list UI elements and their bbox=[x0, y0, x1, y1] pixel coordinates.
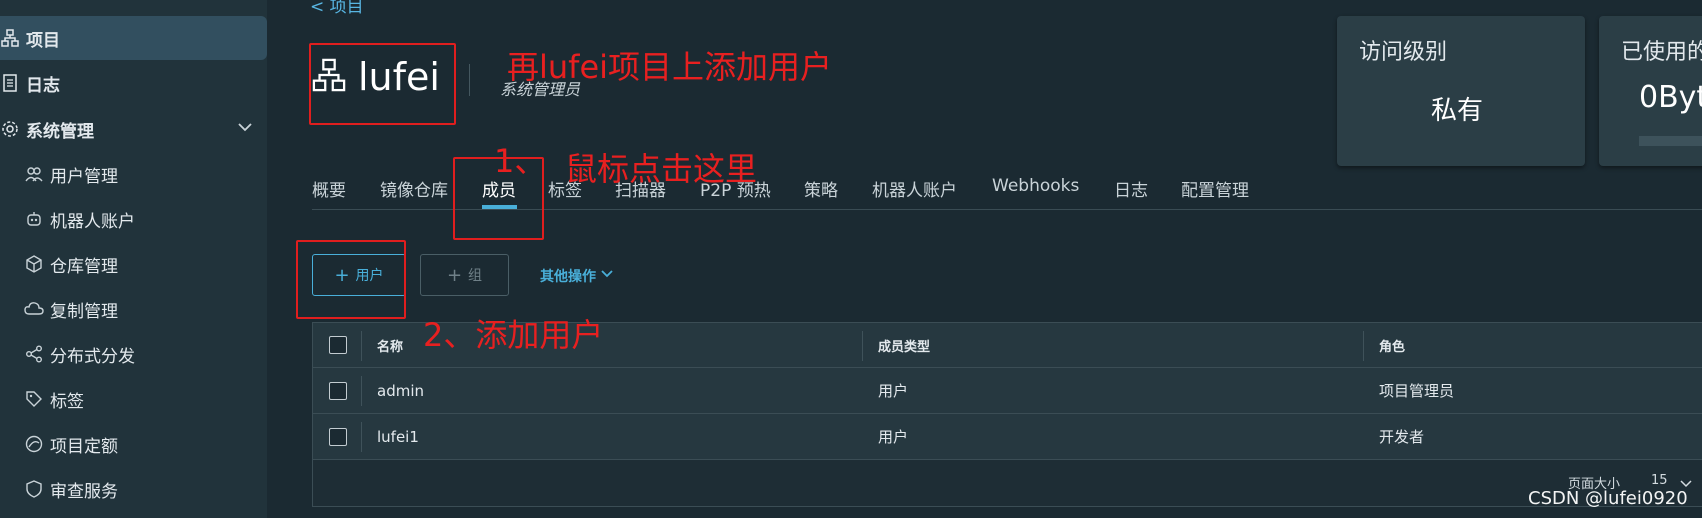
gauge-icon bbox=[24, 434, 44, 454]
tab-configuration[interactable]: 配置管理 bbox=[1181, 176, 1249, 201]
annotation-step1-text: 鼠标点击这里 bbox=[565, 150, 758, 188]
log-icon bbox=[0, 73, 20, 93]
table-row[interactable]: admin 用户 项目管理员 bbox=[313, 368, 1702, 414]
member-name: admin bbox=[377, 381, 424, 400]
sidebar-item-interrogation[interactable]: 审查服务 bbox=[0, 467, 267, 511]
tab-webhooks[interactable]: Webhooks bbox=[992, 176, 1079, 196]
back-to-projects-link[interactable]: < 项目 bbox=[310, 0, 364, 17]
plus-icon: + bbox=[446, 264, 463, 286]
chevron-down-icon bbox=[600, 267, 614, 285]
access-level-card: 访问级别 私有 bbox=[1337, 16, 1585, 166]
annotation-box-project-title bbox=[309, 43, 456, 125]
chevron-down-icon[interactable] bbox=[237, 119, 253, 140]
robot-icon bbox=[24, 209, 44, 229]
column-header-name[interactable]: 名称 bbox=[377, 323, 403, 367]
annotation-box-add-user bbox=[296, 240, 406, 319]
usage-bar bbox=[1639, 136, 1702, 146]
sidebar-item-labels[interactable]: 标签 bbox=[0, 377, 267, 421]
admin-icon bbox=[0, 119, 20, 139]
sidebar-item-logs[interactable]: 日志 bbox=[0, 61, 267, 105]
cube-icon bbox=[24, 254, 44, 274]
tab-policy[interactable]: 策略 bbox=[804, 176, 838, 201]
row-checkbox[interactable] bbox=[329, 382, 347, 400]
column-header-member-type[interactable]: 成员类型 bbox=[878, 323, 930, 367]
sidebar-item-label: 系统管理 bbox=[26, 121, 94, 142]
table-row[interactable]: lufei1 用户 开发者 bbox=[313, 414, 1702, 460]
more-actions-label: 其他操作 bbox=[540, 269, 596, 285]
title-divider bbox=[469, 64, 470, 96]
sidebar-item-label: 机器人账户 bbox=[50, 211, 135, 232]
column-separator bbox=[361, 422, 362, 452]
column-separator bbox=[361, 376, 362, 406]
tag-icon bbox=[24, 389, 44, 409]
column-separator bbox=[1363, 331, 1364, 361]
annotation-box-members-tab bbox=[453, 157, 544, 240]
sidebar-item-label: 审查服务 bbox=[50, 481, 118, 502]
tab-logs[interactable]: 日志 bbox=[1114, 176, 1148, 201]
row-checkbox[interactable] bbox=[329, 428, 347, 446]
card-title: 已使用的 bbox=[1621, 40, 1702, 65]
member-name: lufei1 bbox=[377, 427, 419, 446]
sidebar-item-label: 日志 bbox=[26, 75, 60, 96]
card-value: 0Byt bbox=[1639, 80, 1702, 115]
project-icon bbox=[0, 28, 20, 48]
annotation-step2-text: 2、添加用户 bbox=[423, 316, 604, 354]
sidebar-item-admin[interactable]: 系统管理 bbox=[0, 107, 267, 151]
sidebar-item-label: 标签 bbox=[50, 391, 84, 412]
users-icon bbox=[24, 164, 44, 184]
sidebar-item-replications[interactable]: 复制管理 bbox=[0, 287, 267, 331]
sidebar-item-label: 分布式分发 bbox=[50, 346, 135, 367]
sidebar-item-label: 项目定额 bbox=[50, 436, 118, 457]
member-type: 用户 bbox=[878, 428, 909, 446]
cloud-icon bbox=[24, 299, 44, 319]
sidebar-item-label: 仓库管理 bbox=[50, 256, 118, 277]
usage-card: 已使用的 0Byt bbox=[1599, 16, 1702, 166]
member-type: 用户 bbox=[878, 382, 909, 400]
select-all-checkbox[interactable] bbox=[329, 336, 347, 354]
add-group-button[interactable]: + 组 bbox=[420, 254, 509, 296]
annotation-title-note: 再lufei项目上添加用户 bbox=[507, 48, 833, 86]
shield-icon bbox=[24, 479, 44, 499]
page-size-select[interactable]: 15 bbox=[1651, 473, 1668, 488]
watermark: CSDN @lufei0920 bbox=[1528, 488, 1688, 509]
sidebar-item-label: 用户管理 bbox=[50, 166, 118, 187]
column-separator bbox=[361, 331, 362, 361]
card-value: 私有 bbox=[1431, 96, 1484, 126]
tab-summary[interactable]: 概要 bbox=[312, 176, 346, 201]
share-icon bbox=[24, 344, 44, 364]
column-header-role[interactable]: 角色 bbox=[1379, 323, 1405, 367]
tab-repositories[interactable]: 镜像仓库 bbox=[380, 176, 448, 201]
add-group-label: 组 bbox=[468, 268, 483, 284]
sidebar-item-project-quotas[interactable]: 项目定额 bbox=[0, 422, 267, 466]
sidebar-item-distribution[interactable]: 分布式分发 bbox=[0, 332, 267, 376]
sidebar-item-label: 项目 bbox=[26, 30, 60, 51]
more-actions-dropdown[interactable]: 其他操作 bbox=[540, 266, 614, 286]
sidebar-item-user-management[interactable]: 用户管理 bbox=[0, 152, 267, 196]
member-role: 开发者 bbox=[1379, 428, 1425, 446]
column-separator bbox=[862, 331, 863, 361]
tab-robot-accounts[interactable]: 机器人账户 bbox=[872, 176, 957, 201]
sidebar-item-registries[interactable]: 仓库管理 bbox=[0, 242, 267, 286]
sidebar-item-projects[interactable]: 项目 bbox=[0, 16, 267, 60]
sidebar: 项目 日志 系统管理 用户管理 机器人账户 仓库管理 复制管理 分布式分发 标签… bbox=[0, 0, 267, 518]
sidebar-item-robot-accounts[interactable]: 机器人账户 bbox=[0, 197, 267, 241]
card-title: 访问级别 bbox=[1359, 40, 1448, 65]
member-role: 项目管理员 bbox=[1379, 382, 1455, 400]
sidebar-item-label: 复制管理 bbox=[50, 301, 118, 322]
